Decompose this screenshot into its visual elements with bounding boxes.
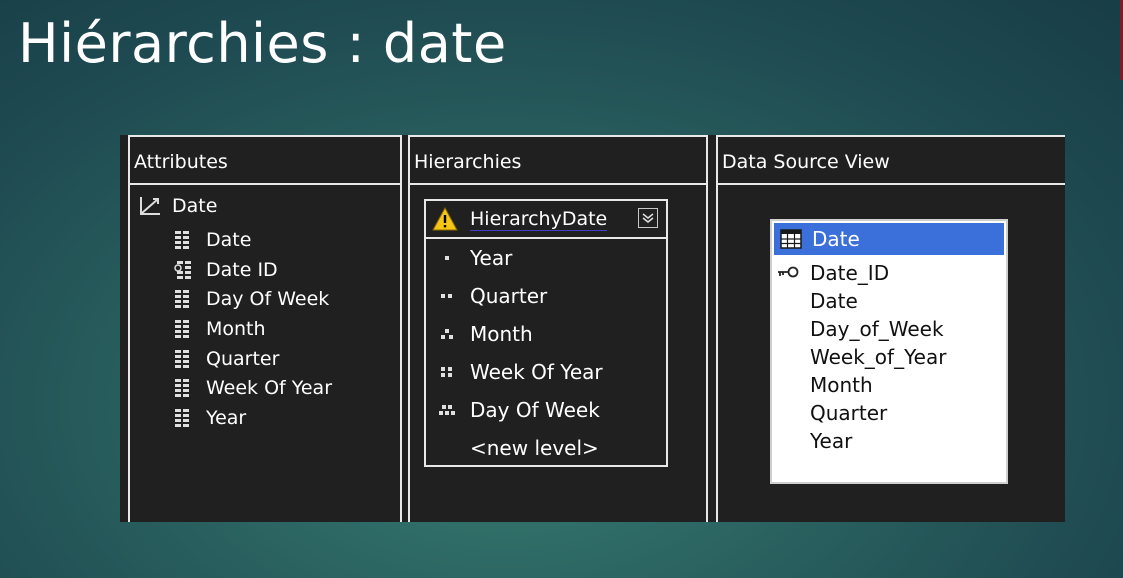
dsv-body: Date Date_ID Date Day_of_Week Week_of_Ye… — [718, 187, 1065, 522]
level-1-icon — [436, 254, 458, 262]
level-label: Year — [470, 246, 513, 270]
dsv-column-month[interactable]: Month — [772, 371, 1006, 399]
dsv-table[interactable]: Date Date_ID Date Day_of_Week Week_of_Ye… — [770, 219, 1008, 484]
dsv-pane-header: Data Source View — [718, 135, 1065, 185]
dimension-label: Date — [172, 195, 218, 217]
chevron-down-icon[interactable] — [638, 208, 658, 228]
level-list: Year Quarter Month Week Of Year Day Of W… — [426, 239, 666, 467]
attribute-icon — [174, 349, 192, 369]
dsv-column-date-id[interactable]: Date_ID — [772, 259, 1006, 287]
dsv-column-week-of-year[interactable]: Week_of_Year — [772, 343, 1006, 371]
hierarchy-title[interactable]: HierarchyDate — [426, 201, 666, 239]
attribute-icon — [174, 378, 192, 398]
dsv-table-name: Date — [812, 227, 860, 251]
dsv-column-year[interactable]: Year — [772, 427, 1006, 455]
attribute-label: Day Of Week — [206, 288, 330, 311]
attribute-icon — [174, 230, 192, 250]
level-item-week-of-year[interactable]: Week Of Year — [426, 353, 666, 391]
dimension-designer: Attributes Date Date Date ID Day Of Week… — [120, 135, 1065, 522]
attribute-label: Quarter — [206, 347, 280, 370]
attribute-label: Month — [206, 317, 266, 340]
new-level-placeholder[interactable]: <new level> — [426, 429, 666, 467]
dsv-column-label: Date_ID — [810, 261, 890, 285]
dsv-column-date[interactable]: Date — [772, 287, 1006, 315]
attribute-item-date[interactable]: Date — [174, 225, 332, 255]
dimension-icon — [140, 197, 160, 215]
data-source-view-pane: Data Source View Date Date_ID Date Day_o… — [716, 135, 1065, 522]
attribute-label: Year — [206, 406, 247, 429]
attribute-list: Date Date ID Day Of Week Month Quarter W… — [174, 225, 332, 433]
attribute-item-day-of-week[interactable]: Day Of Week — [174, 284, 332, 314]
hierarchies-pane-header: Hierarchies — [410, 135, 706, 185]
level-label: Week Of Year — [470, 360, 603, 384]
level-item-quarter[interactable]: Quarter — [426, 277, 666, 315]
attribute-label: Date ID — [206, 258, 278, 281]
dsv-column-quarter[interactable]: Quarter — [772, 399, 1006, 427]
attribute-item-year[interactable]: Year — [174, 403, 332, 433]
hierarchy-name[interactable]: HierarchyDate — [470, 208, 608, 231]
hierarchies-body: HierarchyDate Year Quarter Month Week Of… — [410, 187, 706, 522]
attribute-icon — [174, 289, 192, 309]
level-item-year[interactable]: Year — [426, 239, 666, 277]
level-item-day-of-week[interactable]: Day Of Week — [426, 391, 666, 429]
level-4-icon — [436, 366, 458, 378]
hierarchies-pane: Hierarchies HierarchyDate Year Quarter M… — [408, 135, 708, 522]
level-label: Quarter — [470, 284, 548, 308]
dsv-column-list: Date_ID Date Day_of_Week Week_of_Year Mo… — [772, 259, 1006, 455]
level-2-icon — [436, 292, 458, 300]
dsv-column-day-of-week[interactable]: Day_of_Week — [772, 315, 1006, 343]
level-item-month[interactable]: Month — [426, 315, 666, 353]
attribute-item-quarter[interactable]: Quarter — [174, 344, 332, 374]
attribute-icon — [174, 319, 192, 339]
level-3-icon — [436, 328, 458, 340]
attribute-item-month[interactable]: Month — [174, 314, 332, 344]
attributes-pane: Attributes Date Date Date ID Day Of Week… — [128, 135, 402, 522]
attribute-icon — [174, 408, 192, 428]
attributes-tree[interactable]: Date Date Date ID Day Of Week Month Quar… — [130, 187, 400, 522]
key-attribute-icon — [174, 260, 192, 280]
hierarchy-box[interactable]: HierarchyDate Year Quarter Month Week Of… — [424, 199, 668, 467]
level-5-icon — [436, 404, 458, 416]
table-icon — [780, 229, 802, 249]
attribute-label: Week Of Year — [206, 377, 333, 400]
attribute-item-date-id[interactable]: Date ID — [174, 255, 332, 285]
attribute-item-week-of-year[interactable]: Week Of Year — [174, 373, 332, 403]
warning-icon — [432, 207, 458, 231]
slide-title: Hiérarchies : date — [18, 12, 507, 75]
level-label: Day Of Week — [470, 398, 600, 422]
dsv-table-header[interactable]: Date — [774, 223, 1004, 255]
level-label: Month — [470, 322, 533, 346]
attribute-label: Date — [206, 228, 252, 251]
dimension-node[interactable]: Date — [138, 195, 217, 217]
attributes-pane-header: Attributes — [130, 135, 400, 185]
key-icon — [776, 266, 800, 278]
